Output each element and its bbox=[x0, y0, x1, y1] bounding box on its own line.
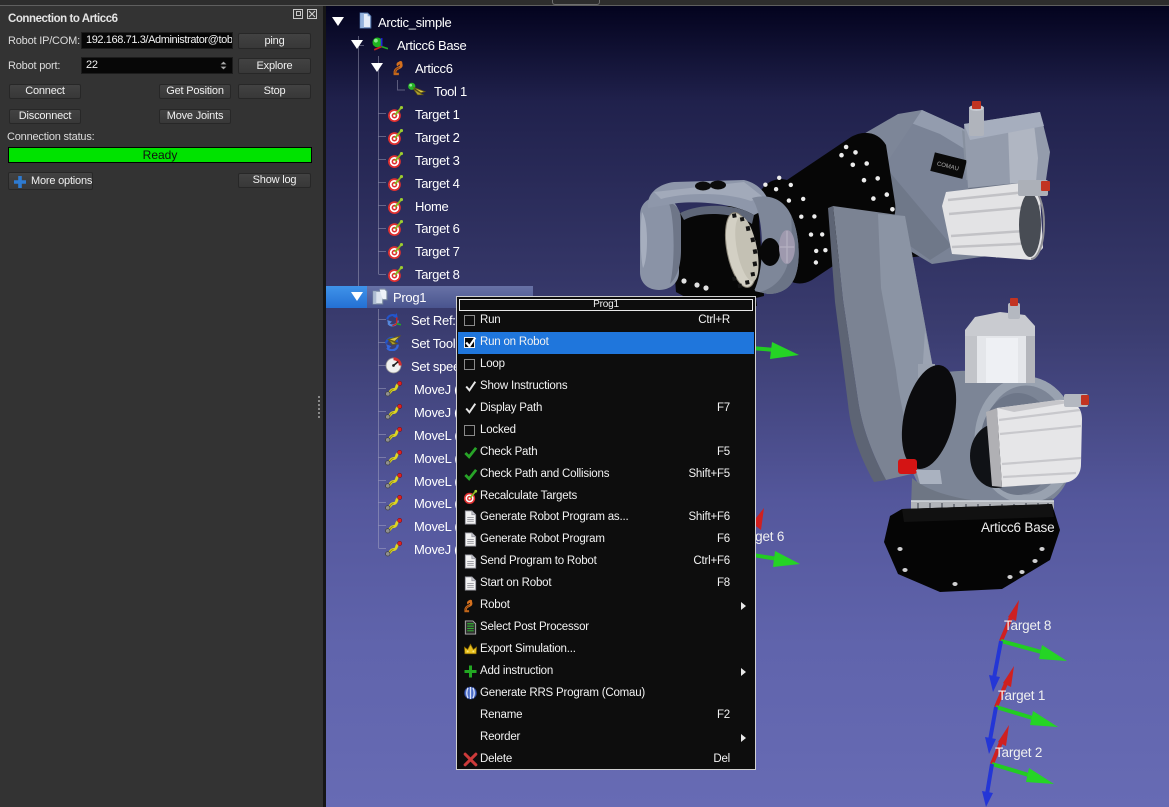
svg-text:Target 8: Target 8 bbox=[1004, 618, 1051, 633]
svg-text:Articc6 Base: Articc6 Base bbox=[981, 520, 1054, 535]
svg-text:Target 1: Target 1 bbox=[998, 688, 1045, 703]
svg-text:Target 2: Target 2 bbox=[995, 745, 1042, 760]
